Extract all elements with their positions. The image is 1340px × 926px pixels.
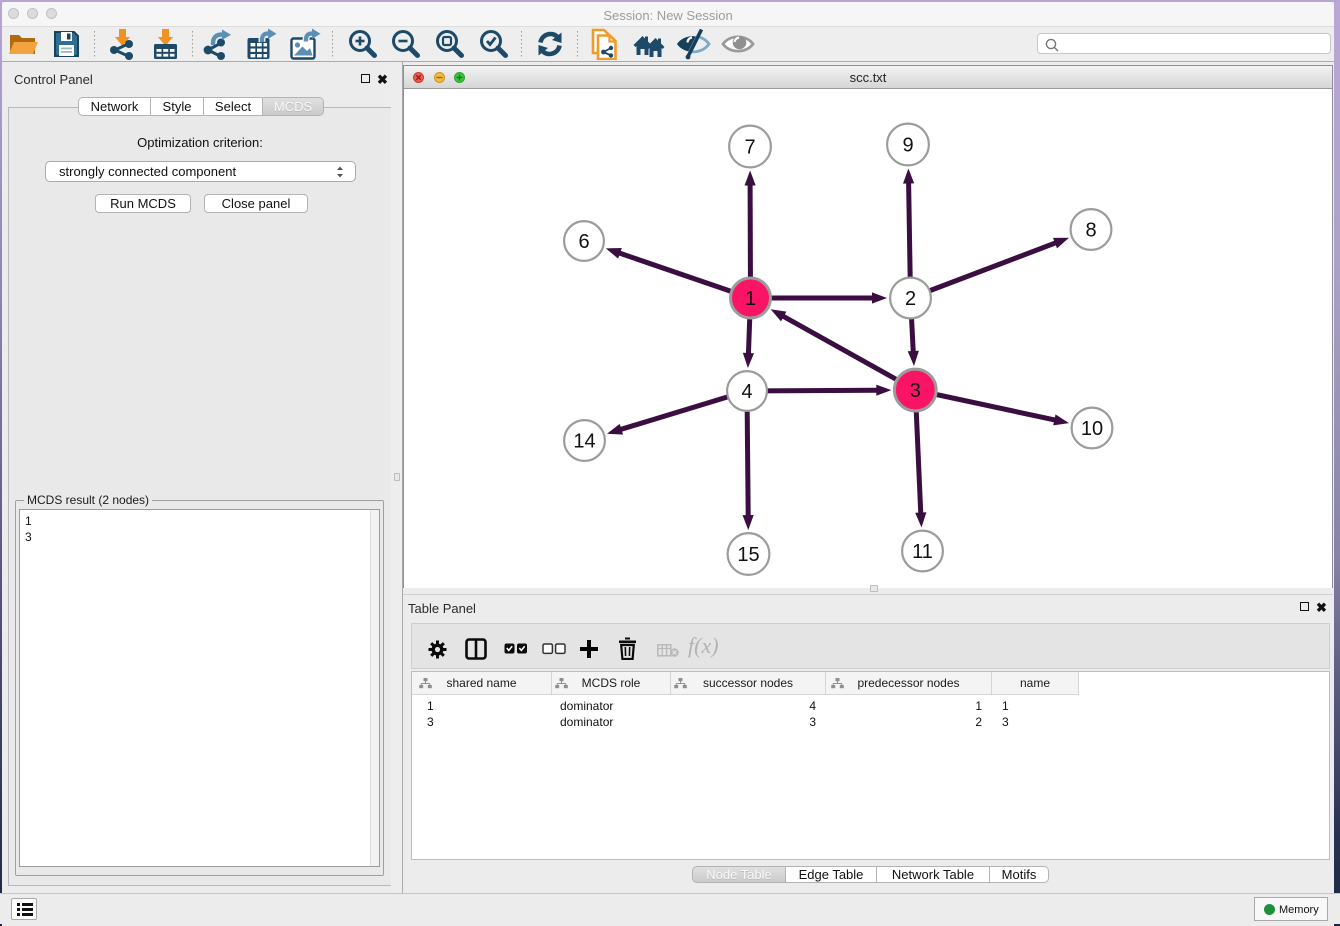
svg-text:8: 8 [1085,220,1096,242]
svg-text:14: 14 [573,431,595,453]
svg-text:15: 15 [737,544,759,566]
svg-text:9: 9 [902,135,913,157]
svg-text:10: 10 [1081,418,1103,440]
svg-text:2: 2 [905,288,916,310]
svg-text:7: 7 [744,137,755,159]
svg-text:1: 1 [745,288,756,310]
svg-text:3: 3 [910,380,921,402]
svg-text:11: 11 [912,541,933,563]
svg-text:6: 6 [578,231,589,253]
svg-text:4: 4 [741,381,752,403]
